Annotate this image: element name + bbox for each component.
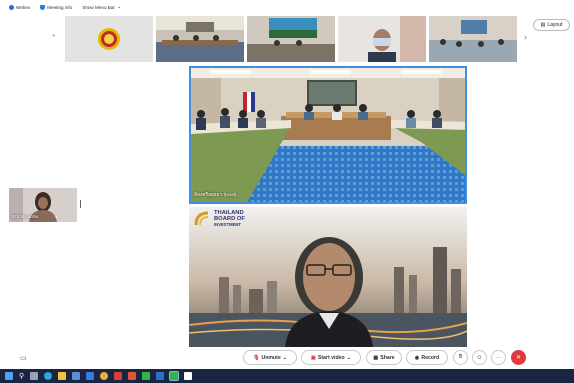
meeting-info-label: Meeting info bbox=[47, 4, 73, 10]
self-view-name-tag: BOI Sunantha bbox=[12, 214, 39, 219]
line-active-icon[interactable] bbox=[169, 371, 180, 381]
participant-thumbnail-strip bbox=[65, 16, 517, 62]
layout-icon: ▤ bbox=[540, 22, 546, 28]
share-label: Share bbox=[380, 354, 395, 361]
panel-resize-handle[interactable] bbox=[80, 200, 81, 208]
share-button[interactable]: ▩ Share bbox=[366, 350, 402, 365]
top-menu-bar: Webex Meeting info Show Menu Bar ⌄ bbox=[0, 0, 574, 14]
active-speaker-video[interactable]: ห้องศรีอยุธยา (Host) bbox=[189, 66, 467, 204]
shield-icon bbox=[40, 4, 46, 10]
boi-logo: THAILAND BOARD OF INVESTMENT bbox=[193, 210, 245, 228]
layout-button[interactable]: ▤ Layout bbox=[533, 19, 570, 31]
explorer-icon[interactable] bbox=[58, 372, 67, 380]
participant-thumb-hall[interactable] bbox=[429, 16, 517, 62]
boi-logo-line3: INVESTMENT bbox=[214, 222, 241, 227]
show-menu-label: Show Menu Bar bbox=[82, 4, 115, 10]
conference-room-image bbox=[191, 68, 465, 202]
chevron-down-icon: ⌄ bbox=[282, 354, 288, 361]
participant-video-boi[interactable]: THAILAND BOARD OF INVESTMENT bbox=[189, 207, 467, 347]
more-options-button[interactable]: ⋯ bbox=[491, 350, 506, 365]
webex-taskbar-icon[interactable] bbox=[156, 372, 165, 380]
seal-icon bbox=[98, 28, 120, 50]
photos-icon[interactable] bbox=[184, 372, 193, 380]
line-icon[interactable] bbox=[142, 372, 151, 380]
unmute-button[interactable]: 🎙︎ Unmute ⌄ bbox=[243, 350, 297, 365]
participant-name-tag: ห้องศรีอยุธยา (Host) bbox=[194, 193, 237, 198]
mail-icon[interactable] bbox=[86, 372, 95, 380]
app-icon-shield[interactable] bbox=[128, 372, 137, 380]
beach-room-image bbox=[247, 16, 335, 62]
windows-start-icon[interactable] bbox=[5, 372, 13, 380]
layout-label: Layout bbox=[547, 22, 563, 28]
person-video-image bbox=[338, 16, 426, 62]
camera-off-icon: ▣ bbox=[310, 354, 316, 361]
edge-icon[interactable] bbox=[44, 372, 53, 380]
store-icon[interactable] bbox=[72, 372, 81, 380]
hand-icon: ✋︎ bbox=[458, 354, 463, 360]
leave-meeting-button[interactable]: ✕ bbox=[511, 350, 526, 365]
start-video-label: Start video bbox=[317, 354, 345, 361]
unmute-label: Unmute bbox=[261, 354, 281, 361]
task-view-icon[interactable] bbox=[30, 372, 39, 380]
hall-video-image bbox=[429, 16, 517, 62]
search-icon[interactable]: ⚲ bbox=[19, 372, 24, 380]
reactions-button[interactable]: ☺ bbox=[472, 350, 487, 365]
chevron-down-icon: ⌄ bbox=[116, 4, 122, 10]
chevron-down-icon: ⌄ bbox=[346, 354, 352, 361]
chevron-right-icon[interactable]: › bbox=[524, 32, 527, 42]
show-menu-bar-toggle[interactable]: Show Menu Bar ⌄ bbox=[82, 4, 121, 10]
smiley-icon: ☺ bbox=[476, 354, 483, 361]
participant-thumb-person[interactable] bbox=[338, 16, 426, 62]
share-screen-icon: ▩ bbox=[373, 354, 379, 361]
meeting-controls: 🎙︎ Unmute ⌄ ▣ Start video ⌄ ▩ Share ◉ Re… bbox=[0, 350, 574, 367]
self-view-video[interactable]: BOI Sunantha ● bbox=[9, 188, 77, 222]
participant-thumb-beach[interactable] bbox=[247, 16, 335, 62]
start-video-button[interactable]: ▣ Start video ⌄ bbox=[301, 350, 361, 365]
meeting-info-menu[interactable]: Meeting info bbox=[40, 4, 73, 10]
record-label: Record bbox=[421, 354, 440, 361]
microphone-muted-icon: ● bbox=[55, 214, 58, 219]
close-icon: ✕ bbox=[515, 355, 522, 361]
webex-logo-icon bbox=[9, 4, 14, 10]
participant-thumb-room[interactable] bbox=[156, 16, 244, 62]
os-taskbar: ⚲ bbox=[0, 369, 574, 383]
app-icon-red[interactable] bbox=[114, 372, 123, 380]
record-button[interactable]: ◉ Record bbox=[406, 350, 448, 365]
city-background-image bbox=[189, 207, 467, 347]
room-video-image bbox=[156, 16, 244, 62]
participant-thumb-logo[interactable] bbox=[65, 16, 153, 62]
raise-hand-button[interactable]: ✋︎ bbox=[453, 350, 468, 365]
microphone-off-icon: 🎙︎ bbox=[252, 354, 260, 361]
boi-logo-icon bbox=[194, 211, 209, 226]
chrome-icon[interactable] bbox=[100, 372, 109, 380]
record-icon: ◉ bbox=[414, 354, 420, 361]
webex-menu[interactable]: Webex bbox=[9, 4, 31, 10]
scroll-left-icon[interactable]: ● bbox=[52, 33, 56, 39]
more-icon: ⋯ bbox=[496, 354, 501, 361]
webex-label: Webex bbox=[16, 4, 31, 10]
